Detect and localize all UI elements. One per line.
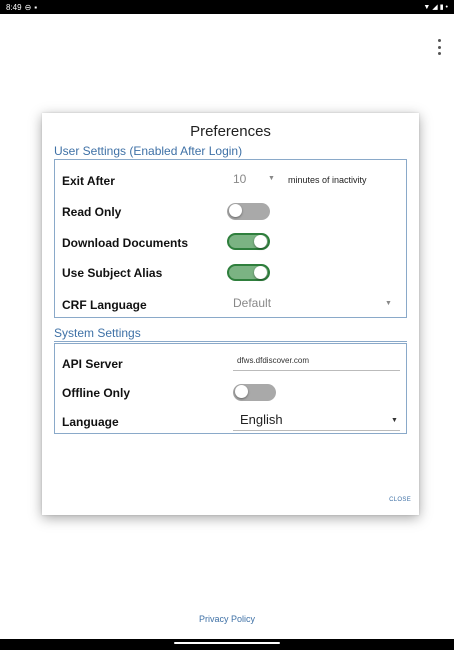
- download-documents-toggle[interactable]: [227, 233, 270, 250]
- close-button[interactable]: CLOSE: [389, 497, 411, 503]
- exit-after-suffix: minutes of inactivity: [288, 175, 367, 185]
- notification-dot-icon: •: [445, 3, 448, 11]
- crf-language-caret-icon[interactable]: ▼: [385, 300, 392, 307]
- status-time: 8:49: [6, 2, 22, 12]
- exit-after-caret-icon[interactable]: ▼: [268, 175, 275, 182]
- toggle-knob: [229, 204, 242, 217]
- api-server-label: API Server: [62, 357, 123, 371]
- api-server-input[interactable]: dfws.dfdiscover.com: [237, 356, 309, 365]
- language-underline: [233, 430, 400, 431]
- offline-only-toggle[interactable]: [233, 384, 276, 401]
- language-caret-icon[interactable]: ▼: [391, 417, 398, 424]
- user-settings-panel: Exit After 10 ▼ minutes of inactivity Re…: [54, 159, 407, 318]
- read-only-toggle[interactable]: [227, 203, 270, 220]
- language-label: Language: [62, 415, 119, 429]
- system-settings-header: System Settings: [54, 326, 141, 340]
- api-server-underline: [233, 370, 400, 371]
- use-subject-alias-toggle[interactable]: [227, 264, 270, 281]
- section-divider: [54, 341, 407, 342]
- exit-after-label: Exit After: [62, 174, 115, 188]
- user-settings-header: User Settings (Enabled After Login): [54, 144, 243, 158]
- offline-only-label: Offline Only: [62, 386, 131, 400]
- toggle-knob: [254, 266, 267, 279]
- exit-after-select[interactable]: 10: [233, 172, 246, 186]
- crf-language-select[interactable]: Default: [233, 296, 271, 310]
- overflow-menu-icon[interactable]: [432, 37, 446, 57]
- download-documents-label: Download Documents: [62, 236, 189, 250]
- status-bar: 8:49 ⊖ ▪ ▼ ◢ ▮ •: [0, 0, 454, 14]
- use-subject-alias-label: Use Subject Alias: [62, 266, 163, 280]
- system-settings-panel: API Server dfws.dfdiscover.com Offline O…: [54, 343, 407, 434]
- navigation-bar: [0, 639, 454, 650]
- sim-card-icon: ▪: [34, 2, 38, 12]
- dialog-title: Preferences: [190, 123, 271, 140]
- crf-language-label: CRF Language: [62, 298, 147, 312]
- battery-icon: ▮: [439, 4, 444, 11]
- wifi-icon: ▼: [423, 3, 431, 11]
- signal-icon: ◢: [432, 4, 438, 11]
- preferences-dialog: Preferences User Settings (Enabled After…: [42, 113, 419, 515]
- status-right: ▼ ◢ ▮ •: [423, 3, 448, 12]
- toggle-knob: [235, 385, 248, 398]
- home-indicator[interactable]: [174, 642, 280, 644]
- toggle-knob: [254, 235, 267, 248]
- sync-icon: ⊖: [24, 2, 32, 12]
- language-select[interactable]: English: [240, 412, 283, 427]
- status-left: 8:49 ⊖ ▪: [6, 3, 37, 12]
- privacy-policy-link[interactable]: Privacy Policy: [0, 614, 454, 624]
- read-only-label: Read Only: [62, 205, 122, 219]
